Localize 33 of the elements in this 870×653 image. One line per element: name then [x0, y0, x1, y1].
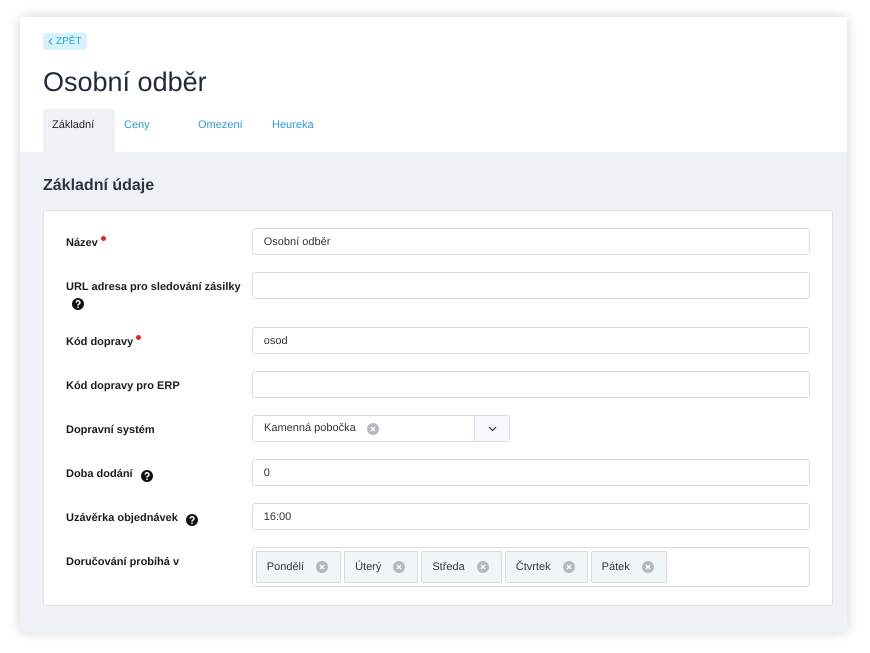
- selected-value: Kamenná pobočka: [263, 421, 356, 436]
- field-label: Doručování probíhá v: [66, 556, 180, 568]
- field-label: Uzávěrka objednávek: [66, 512, 178, 524]
- field-label: Kód dopravy: [66, 336, 134, 348]
- input-field[interactable]: osod: [252, 327, 810, 354]
- tag-label: Pátek: [602, 560, 630, 575]
- tab[interactable]: Základní: [43, 109, 115, 152]
- input-field[interactable]: Osobní odběr: [252, 228, 810, 255]
- select-field[interactable]: Kamenná pobočka: [252, 415, 510, 442]
- tag-field[interactable]: Pondělí Úterý Středa Čtvrtek Pátek: [252, 547, 810, 587]
- field-label: Kód dopravy pro ERP: [66, 380, 180, 392]
- chevron-left-icon: [48, 38, 53, 45]
- field-label: Dopravní systém: [66, 424, 155, 436]
- clear-icon[interactable]: [366, 422, 379, 434]
- tag-label: Čtvrtek: [516, 559, 551, 575]
- section-title: Základní údaje: [43, 176, 156, 196]
- tag-label: Středa: [432, 560, 465, 575]
- tag-label: Úterý: [355, 560, 382, 575]
- clear-icon[interactable]: [562, 561, 575, 573]
- chevron-down-icon[interactable]: [488, 426, 496, 432]
- clear-icon[interactable]: [316, 561, 328, 573]
- input-field[interactable]: [252, 272, 810, 299]
- clear-icon[interactable]: [642, 561, 654, 573]
- input-field[interactable]: 0: [252, 459, 810, 486]
- field-label: URL adresa pro sledování zásilky: [66, 281, 241, 293]
- field-label: Doba dodání: [66, 468, 133, 480]
- clear-icon[interactable]: [393, 561, 406, 573]
- input-field[interactable]: [252, 371, 810, 398]
- page-title: Osobní odběr: [43, 66, 208, 99]
- tag-label: Pondělí: [266, 560, 304, 575]
- input-field[interactable]: 16:00: [252, 503, 810, 530]
- clear-icon[interactable]: [476, 561, 489, 573]
- field-label: Název: [66, 237, 98, 249]
